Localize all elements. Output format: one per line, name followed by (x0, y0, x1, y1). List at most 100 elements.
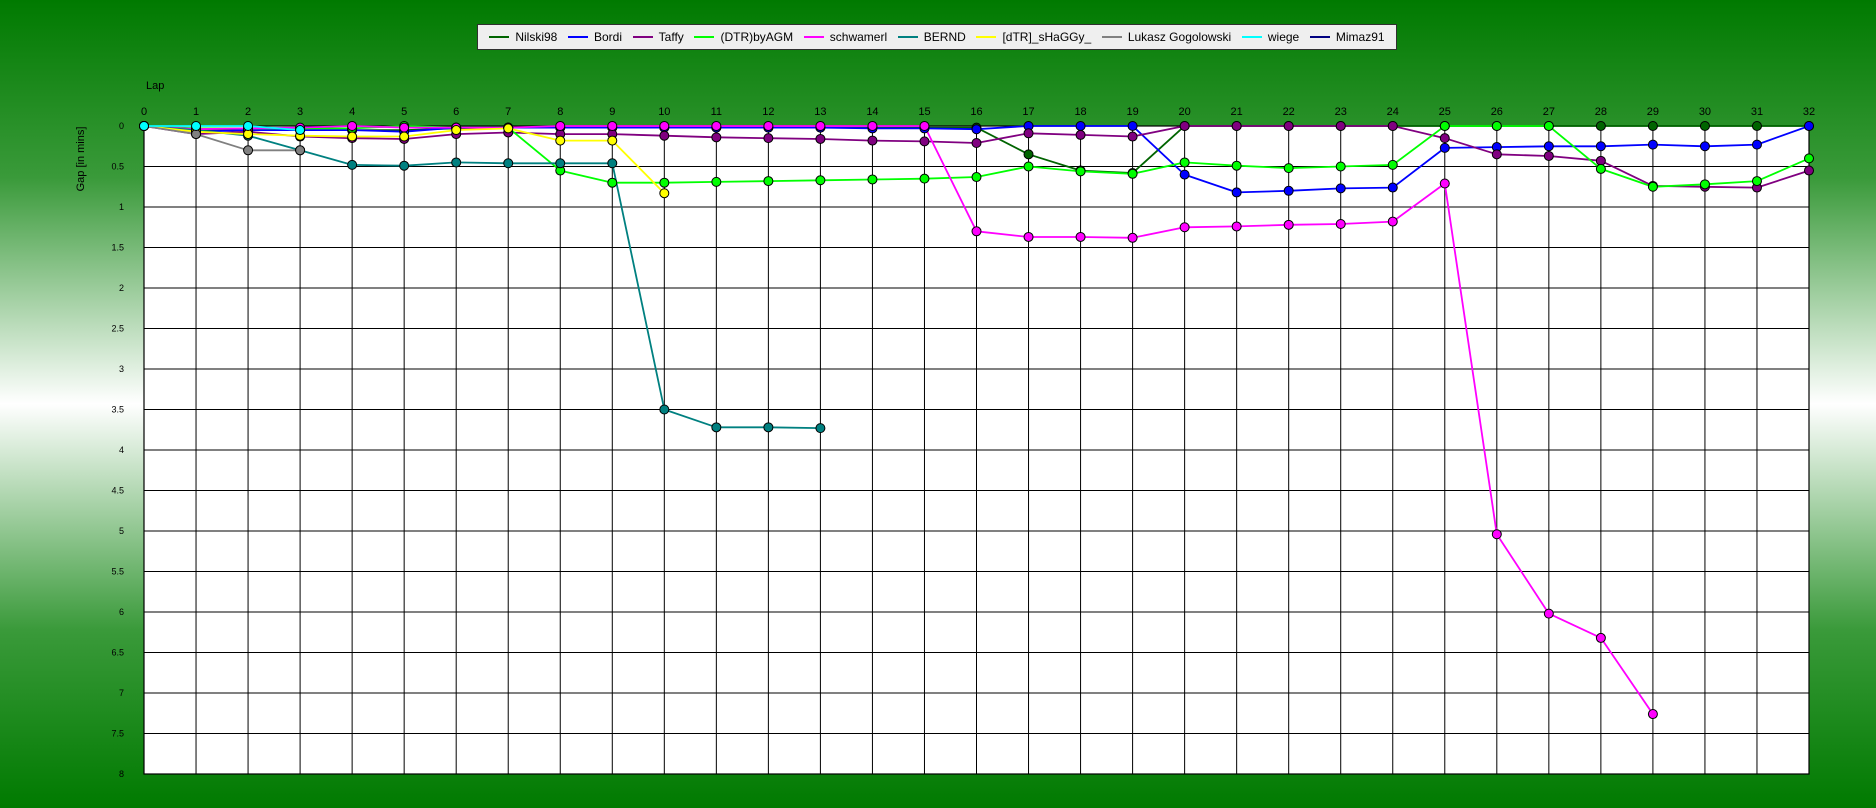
data-point-taffy (1231, 121, 1242, 131)
legend-entry: (DTR)byAGM (694, 30, 793, 44)
y-tick-label: 2.5 (111, 324, 124, 334)
chart-legend: Nilski98 Bordi Taffy (DTR)byAGM schwamerl BER… (477, 24, 1397, 50)
legend-entry: wiege (1241, 30, 1299, 44)
x-tick-label: 2 (245, 106, 251, 118)
data-point-taffy (711, 132, 722, 143)
data-point-bernd (815, 423, 826, 434)
y-tick-label: 7.5 (111, 729, 124, 739)
data-point-bernd (607, 158, 618, 169)
data-point-bordi (1075, 121, 1086, 131)
data-point-taffy (1543, 150, 1554, 161)
data-point-schwamerl (555, 121, 566, 131)
data-point-nilski98 (1699, 121, 1710, 131)
y-tick-label: 3.5 (111, 405, 124, 415)
data-point-bordi (1335, 183, 1346, 194)
data-point-schwamerl (711, 121, 722, 131)
data-point-taffy (1023, 128, 1034, 139)
x-axis-label: Lap (146, 80, 165, 92)
data-point-schwamerl (919, 121, 930, 131)
legend-swatch (803, 36, 824, 38)
data-point-schwamerl (815, 121, 826, 131)
data-point-taffy (659, 130, 670, 141)
data-point-wiege (139, 121, 149, 131)
data-point-schwamerl (867, 121, 878, 131)
data-point-schwamerl (763, 121, 774, 131)
data-point-nilski98 (1595, 121, 1606, 131)
data-point-bernd (347, 159, 358, 170)
x-tick-label: 22 (1283, 106, 1295, 118)
legend-entry: Nilski98 (489, 30, 557, 44)
legend-label: Lukasz Gogolowski (1127, 30, 1232, 44)
x-tick-label: 13 (814, 106, 826, 118)
data-point-dtr-byagm (607, 177, 618, 188)
x-tick-label: 27 (1543, 106, 1555, 118)
data-point-bernd (711, 422, 722, 433)
y-tick-label: 6 (119, 607, 124, 617)
data-point-lukasz-gogolowski (243, 145, 254, 156)
legend-swatch (976, 36, 997, 38)
data-point-schwamerl (1179, 222, 1190, 233)
data-point-dtr-byagm (1075, 166, 1086, 177)
data-point-dtr-byagm (763, 176, 774, 187)
data-point-schwamerl (1127, 232, 1138, 243)
legend-entry: BERND (897, 30, 966, 44)
y-tick-label: 7 (119, 688, 124, 698)
data-point-schwamerl (399, 122, 410, 133)
data-point-bordi (1439, 142, 1450, 153)
x-tick-label: 4 (349, 106, 355, 118)
data-point-schwamerl (607, 121, 618, 131)
legend-entry: Taffy (632, 30, 684, 44)
data-point-dtr-byagm (1699, 179, 1710, 190)
data-point-bordi (1543, 141, 1554, 152)
data-point-bernd (763, 422, 774, 433)
y-tick-label: 4.5 (111, 486, 124, 496)
data-point-bernd (399, 160, 410, 171)
legend-label: Mimaz91 (1335, 30, 1385, 44)
x-tick-label: 19 (1126, 106, 1138, 118)
data-point-bordi (971, 124, 982, 135)
data-point-schwamerl (1075, 231, 1086, 242)
data-point-dtr-byagm (1647, 181, 1658, 192)
data-point-dtr-shaggy (399, 131, 410, 142)
y-tick-label: 4 (119, 445, 124, 455)
data-point-dtr-byagm (1491, 121, 1502, 131)
x-tick-label: 5 (401, 106, 407, 118)
x-tick-label: 30 (1699, 106, 1711, 118)
x-tick-label: 3 (297, 106, 303, 118)
data-point-dtr-byagm (1023, 161, 1034, 172)
y-tick-label: 3 (119, 364, 124, 374)
legend-swatch (694, 36, 715, 38)
x-tick-label: 18 (1074, 106, 1086, 118)
x-tick-label: 11 (711, 106, 722, 118)
data-point-dtr-byagm (1543, 121, 1554, 131)
data-point-dtr-byagm (1231, 160, 1242, 171)
x-tick-label: 25 (1439, 106, 1451, 118)
x-tick-label: 21 (1231, 106, 1243, 118)
data-point-bernd (503, 158, 514, 169)
x-tick-label: 0 (141, 106, 147, 118)
y-tick-label: 1 (119, 202, 124, 212)
data-point-schwamerl (1023, 231, 1034, 242)
data-point-nilski98 (1647, 121, 1658, 131)
x-tick-label: 24 (1387, 106, 1399, 118)
data-point-dtr-shaggy (607, 135, 618, 146)
data-point-bordi (1699, 141, 1710, 152)
legend-swatch (568, 36, 588, 38)
x-tick-label: 6 (453, 106, 459, 118)
y-tick-label: 5 (119, 526, 124, 536)
data-point-schwamerl (1231, 221, 1242, 232)
data-point-taffy (1491, 149, 1502, 160)
data-point-nilski98 (1751, 121, 1762, 131)
x-tick-label: 12 (762, 106, 774, 118)
y-tick-label: 1.5 (111, 243, 124, 253)
data-point-dtr-shaggy (347, 131, 358, 142)
legend-entry: Bordi (568, 30, 622, 44)
data-point-schwamerl (1595, 632, 1606, 643)
y-tick-label: 5.5 (111, 567, 124, 577)
data-point-schwamerl (1335, 219, 1346, 230)
data-point-dtr-byagm (1387, 159, 1398, 170)
legend-entry: Lukasz Gogolowski (1101, 30, 1232, 44)
data-point-taffy (1179, 121, 1190, 131)
data-point-dtr-byagm (1439, 121, 1450, 131)
data-point-schwamerl (1283, 219, 1294, 230)
